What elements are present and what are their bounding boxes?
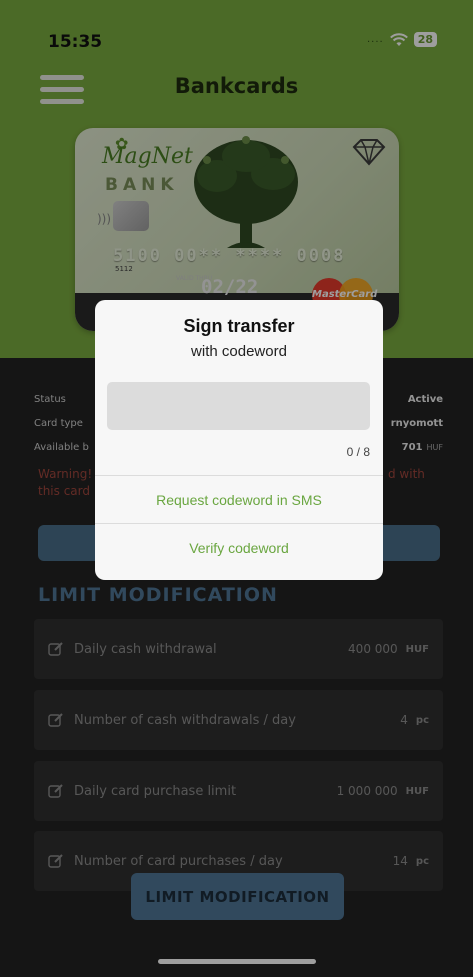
- phone-screen: 15:35 .... 28 Bankcards ✿ MagNet BANK ))…: [0, 0, 473, 977]
- dialog-divider: [95, 475, 383, 476]
- sign-transfer-dialog: Sign transfer with codeword 0 / 8 Reques…: [95, 300, 383, 580]
- dialog-divider: [95, 523, 383, 524]
- dialog-title: Sign transfer: [183, 316, 295, 336]
- character-counter: 0 / 8: [346, 445, 370, 459]
- request-codeword-button[interactable]: Request codeword in SMS: [95, 477, 383, 522]
- dialog-subtitle: with codeword: [191, 343, 287, 360]
- codeword-input[interactable]: [107, 382, 370, 430]
- verify-codeword-button[interactable]: Verify codeword: [95, 525, 383, 570]
